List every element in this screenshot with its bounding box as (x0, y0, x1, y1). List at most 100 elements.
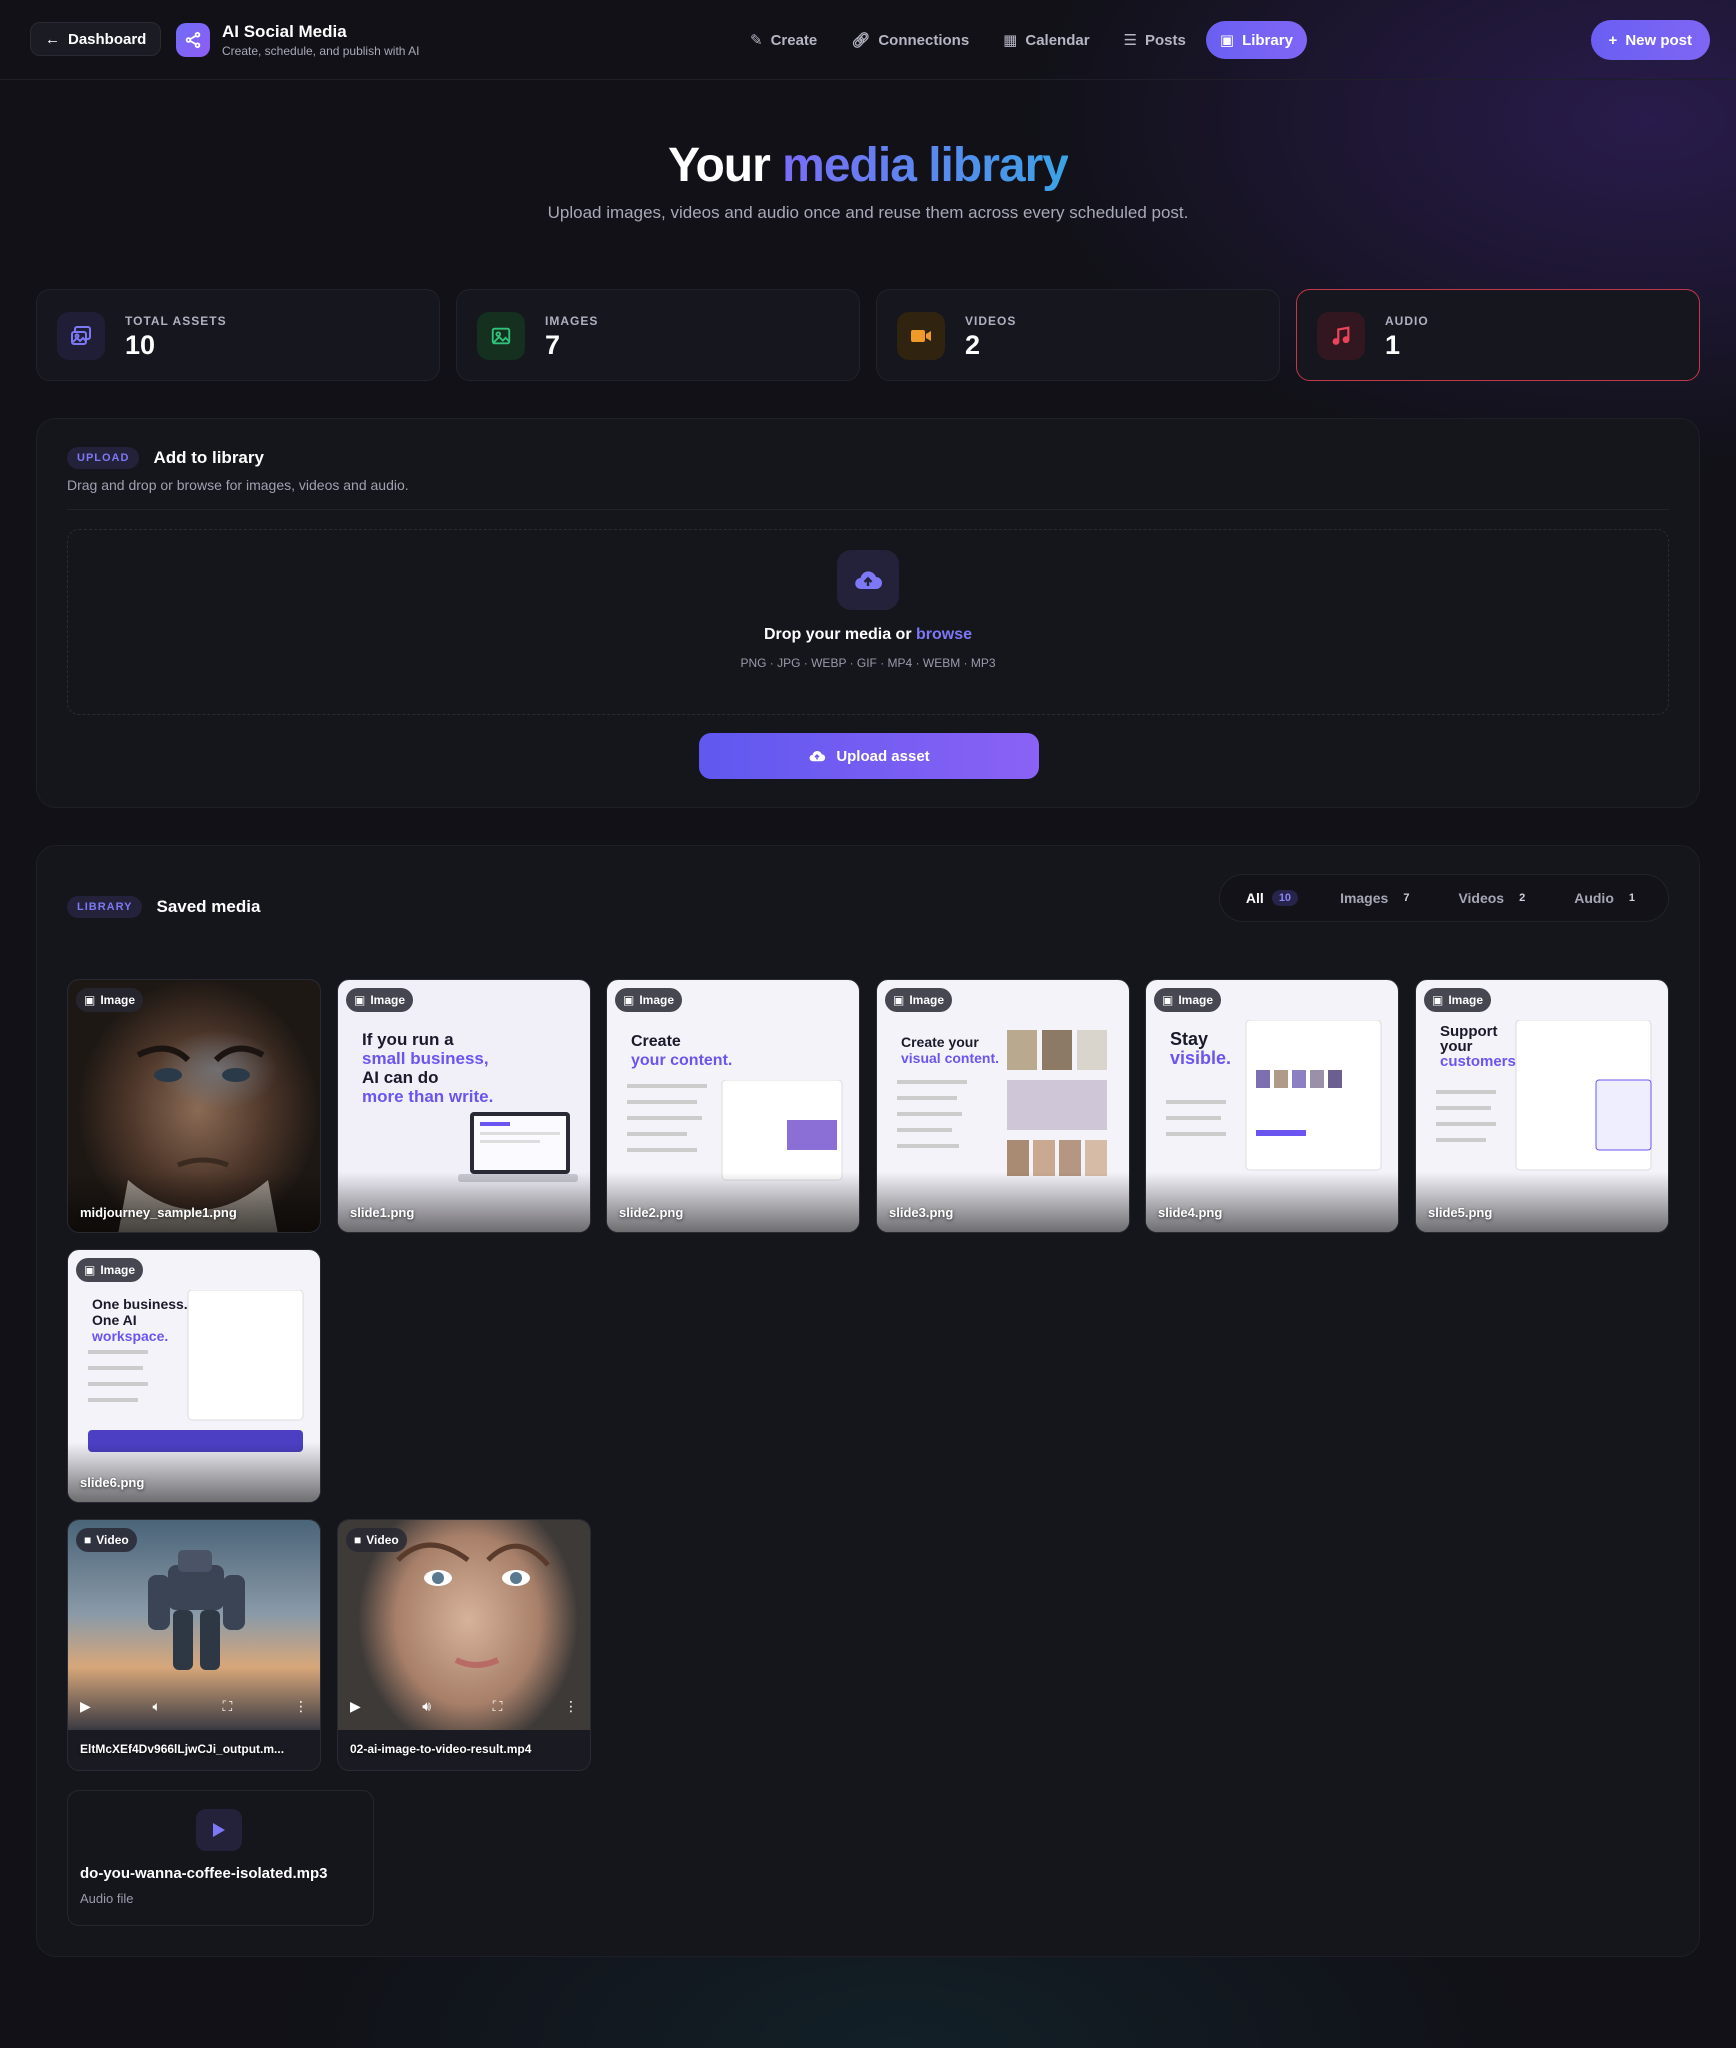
nav-label: Calendar (1025, 31, 1090, 49)
media-card-audio[interactable]: do-you-wanna-coffee-isolated.mp3 Audio f… (67, 1790, 374, 1926)
badge-label: Image (639, 993, 675, 1007)
play-icon[interactable]: ▶ (350, 1698, 361, 1715)
library-header: LIBRARY Saved media (67, 896, 260, 918)
stat-total-assets: TOTAL ASSETS 10 (36, 289, 440, 381)
headline-line: If you run a (362, 1030, 454, 1049)
more-vertical-icon[interactable]: ⋮ (294, 1698, 308, 1715)
headline-line: Create (631, 1033, 681, 1050)
media-card-image[interactable]: Support your customers. ▣ Image slide5.pn… (1415, 979, 1669, 1233)
media-card-image[interactable]: ▣ Image midjourney_sample1.png (67, 979, 321, 1233)
play-icon[interactable] (196, 1809, 242, 1851)
drop-zone[interactable]: Drop your media or browse PNG · JPG · WE… (67, 529, 1669, 715)
media-card-image[interactable]: If you run a small business, AI can do m… (337, 979, 591, 1233)
stat-audio: AUDIO 1 (1296, 289, 1700, 381)
top-bar: ← Dashboard AI Social Media Create, sche… (0, 0, 1736, 80)
media-card-image[interactable]: Create your visual content. ▣ Image slide… (876, 979, 1130, 1233)
image-icon: ▣ (1162, 993, 1174, 1007)
image-icon: ▣ (623, 993, 635, 1007)
browse-link[interactable]: browse (916, 626, 972, 643)
media-card-video[interactable]: ▶ 🔊︎ ⛶ ⋮ ■ Video 02-ai-image-to-video-res… (337, 1519, 591, 1771)
upload-tag: UPLOAD (67, 447, 140, 469)
slide-headline: If you run a small business, AI can do m… (362, 1030, 493, 1106)
badge-label: Video (366, 1533, 399, 1547)
drop-text-label: Drop your media or (763, 626, 912, 643)
media-filename: EltMcXEf4Dv966lLjwCJi_output.m... (80, 1742, 285, 1756)
nav-label: Connections (878, 31, 970, 49)
volume-icon[interactable]: 🔈︎ (152, 1698, 160, 1715)
badge-label: Image (370, 993, 406, 1007)
image-icon: ▣ (84, 1263, 96, 1277)
upload-panel: UPLOAD Add to library Drag and drop or b… (36, 418, 1700, 808)
badge-label: Image (1448, 993, 1484, 1007)
caption-shade (338, 1172, 590, 1232)
upload-button-label: Upload asset (836, 747, 930, 765)
volume-icon[interactable]: 🔊︎ (422, 1698, 431, 1715)
stat-value: 10 (125, 330, 156, 360)
media-type-badge: ▣ Image (76, 988, 144, 1012)
page-title: Your media library (0, 138, 1736, 193)
back-to-dashboard-button[interactable]: ← Dashboard (30, 22, 162, 56)
library-tag: LIBRARY (67, 896, 143, 918)
video-controls: ▶ 🔈︎ ⛶ ⋮ (80, 1694, 308, 1718)
stat-label: AUDIO (1385, 314, 1429, 328)
upload-asset-button[interactable]: Upload asset (699, 733, 1039, 779)
video-controls: ▶ 🔊︎ ⛶ ⋮ (350, 1694, 578, 1718)
fullscreen-icon[interactable]: ⛶ (223, 1698, 233, 1715)
music-icon (1317, 312, 1365, 360)
nav-calendar[interactable]: ▦ Calendar (989, 21, 1103, 59)
page-subtitle: Upload images, videos and audio once and… (547, 203, 1189, 222)
upload-title: Add to library (153, 448, 264, 467)
cloud-upload-icon (809, 750, 826, 762)
media-type-badge: ▣ Image (885, 988, 953, 1012)
accepted-formats: PNG · JPG · WEBP · GIF · MP4 · WEBM · MP… (740, 656, 996, 670)
play-icon[interactable]: ▶ (80, 1698, 91, 1715)
images-icon (57, 312, 105, 360)
media-type-badge: ▣ Image (1154, 988, 1222, 1012)
media-filename: slide5.png (1428, 1205, 1493, 1220)
new-post-button[interactable]: + New post (1590, 20, 1710, 60)
media-filename: slide2.png (619, 1205, 684, 1220)
filter-images[interactable]: Images 7 (1328, 882, 1428, 914)
upload-header: UPLOAD Add to library (67, 447, 264, 469)
stat-images: IMAGES 7 (456, 289, 860, 381)
media-type-badge: ■ Video (76, 1528, 137, 1552)
badge-label: Image (100, 1263, 136, 1277)
library-title: Saved media (156, 897, 261, 916)
fullscreen-icon[interactable]: ⛶ (493, 1698, 503, 1715)
calendar-icon: ▦ (1003, 32, 1018, 49)
slide-ui-mockup (1166, 1020, 1382, 1171)
media-card-video[interactable]: ▶ 🔈︎ ⛶ ⋮ ■ Video EltMcXEf4Dv966lLjwCJi_ou… (67, 1519, 321, 1771)
media-filename: midjourney_sample1.png (80, 1205, 237, 1220)
caption-shade (68, 1172, 320, 1232)
nav-connections[interactable]: 🔗︎ Connections (837, 21, 983, 59)
upload-subtitle: Drag and drop or browse for images, vide… (67, 477, 409, 493)
brand-subtitle: Create, schedule, and publish with AI (222, 44, 420, 58)
media-filename: do-you-wanna-coffee-isolated.mp3 (80, 1865, 328, 1882)
media-card-image[interactable]: Stay visible. ▣ Image slide4.png (1145, 979, 1399, 1233)
edit-icon: ✎ (750, 32, 763, 49)
media-type-badge: ▣ Image (615, 988, 683, 1012)
badge-label: Video (96, 1533, 129, 1547)
media-type-badge: ▣ Image (346, 988, 414, 1012)
filter-videos[interactable]: Videos 2 (1446, 882, 1544, 914)
cloud-upload-icon (837, 550, 899, 610)
nav-label: Posts (1145, 31, 1186, 49)
image-icon: ▣ (1432, 993, 1444, 1007)
nav-create[interactable]: ✎ Create (736, 21, 831, 59)
filter-count: 10 (1271, 890, 1299, 906)
share-icon (176, 23, 210, 57)
nav-library[interactable]: ▣ Library (1205, 21, 1307, 59)
caption-shade (1416, 1172, 1668, 1232)
filter-audio[interactable]: Audio 1 (1562, 882, 1654, 914)
media-card-image[interactable]: One business. One AI workspace. ▣ Image s… (67, 1249, 321, 1503)
slide-ui-mockup (897, 1030, 1107, 1176)
headline-line: small business, (362, 1049, 489, 1068)
new-post-label: New post (1625, 31, 1692, 49)
media-filename: slide6.png (80, 1475, 145, 1490)
nav-posts[interactable]: ☰ Posts (1110, 21, 1200, 59)
media-card-image[interactable]: Create your content. ▣ Image slide2.png (606, 979, 860, 1233)
video-icon: ■ (354, 1533, 362, 1547)
media-filename: slide1.png (350, 1205, 415, 1220)
filter-all[interactable]: All 10 (1234, 882, 1310, 914)
more-vertical-icon[interactable]: ⋮ (564, 1698, 578, 1715)
